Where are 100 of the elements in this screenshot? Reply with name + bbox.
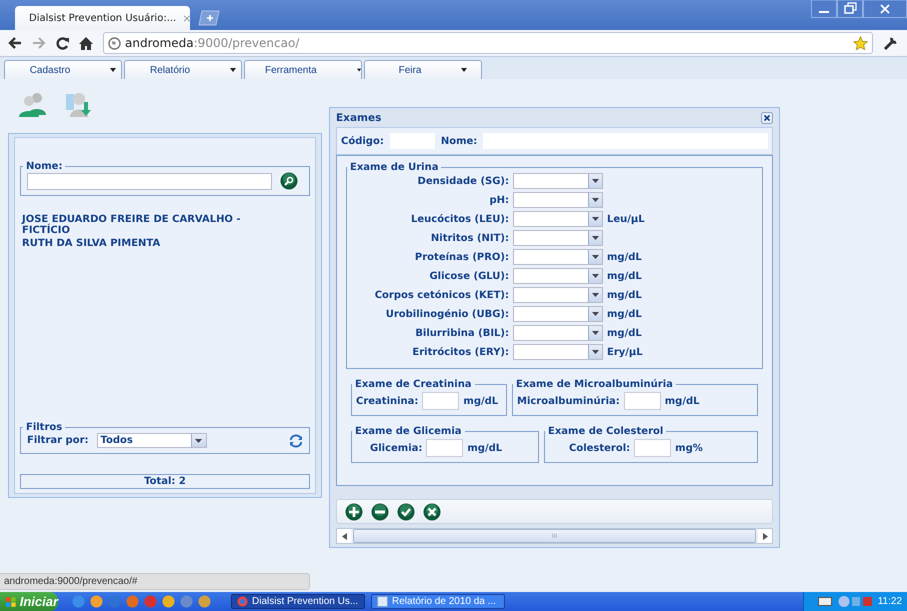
caret-icon — [592, 255, 599, 259]
value-input-field[interactable] — [624, 392, 661, 410]
confirm-button[interactable] — [397, 502, 415, 520]
field-label: Glicemia: — [370, 442, 422, 454]
caret-icon — [592, 293, 599, 297]
clock: 11:22 — [878, 596, 902, 607]
users-icon[interactable] — [18, 91, 48, 117]
dropdown-field[interactable] — [513, 325, 603, 341]
field-label: pH: — [488, 194, 509, 206]
dropdown-field[interactable] — [513, 268, 603, 284]
dropdown-field[interactable] — [513, 211, 603, 227]
menu-dropdown-button[interactable]: Feira — [364, 60, 482, 79]
globe-icon — [108, 36, 121, 50]
menu-dropdown-button[interactable]: Cadastro — [4, 60, 122, 79]
menu-dropdown-button[interactable]: Relatório — [124, 60, 242, 79]
caret-icon — [592, 236, 599, 240]
field-label: Corpos cetónicos (KET): — [374, 290, 509, 300]
dialog-title: Exames — [336, 112, 382, 124]
filter-label: Filtrar por: — [27, 435, 89, 446]
group-legend: Exame de Microalbuminúria — [513, 379, 676, 390]
group-legend: Exame de Urina — [347, 162, 442, 173]
restore-icon[interactable] — [837, 0, 863, 18]
dropdown-field[interactable] — [513, 230, 603, 246]
group-legend: Exame de Colesterol — [545, 426, 666, 437]
refresh-icon[interactable] — [289, 434, 303, 448]
start-button[interactable]: Iniciar — [0, 592, 58, 611]
filter-dropdown[interactable]: Todos — [96, 433, 207, 448]
unit-label: mg/dL — [607, 270, 643, 282]
cancel-button[interactable] — [423, 502, 441, 520]
quick-launch-icon[interactable] — [198, 595, 211, 608]
forward-icon[interactable] — [32, 37, 46, 49]
document-icon — [377, 596, 388, 607]
field-label: Leucócitos (LEU): — [410, 214, 509, 224]
patient-name-link[interactable]: JOSE EDUARDO FREIRE DE CARVALHO - FICTÍCIO — [22, 214, 272, 236]
remove-button[interactable] — [371, 502, 389, 520]
group-legend: Exame de Creatinina — [352, 379, 475, 390]
dropdown-field[interactable] — [513, 249, 603, 265]
unit-label: mg/dL — [607, 328, 643, 338]
taskbar-task-button[interactable]: Relatório de 2010 da ... — [371, 594, 505, 609]
search-button[interactable] — [280, 172, 298, 190]
keyboard-icon — [818, 597, 832, 606]
caret-icon — [592, 198, 599, 202]
back-icon[interactable] — [8, 37, 22, 49]
unit-label: mg% — [675, 442, 703, 454]
home-icon[interactable] — [79, 36, 93, 50]
unit-label: Ery/µL — [607, 346, 644, 358]
dropdown-field[interactable] — [513, 306, 603, 322]
dropdown-field[interactable] — [513, 192, 603, 208]
browser-tab[interactable]: Dialsist Prevention Usuário:... × — [15, 6, 190, 30]
url-text: andromeda:9000/prevencao/ — [125, 36, 300, 50]
status-url: andromeda:9000/prevencao/# — [0, 573, 310, 590]
quick-launch-icon[interactable] — [90, 595, 103, 608]
value-input-field[interactable] — [426, 439, 464, 457]
group-legend: Nome: — [23, 161, 66, 172]
menu-dropdown-button[interactable]: Ferramenta — [244, 60, 362, 79]
field-label: Colesterol: — [569, 442, 630, 454]
new-tab-icon[interactable] — [196, 10, 222, 26]
patient-name-link[interactable]: RUTH DA SILVA PIMENTA — [22, 238, 272, 249]
taskbar-task-button[interactable]: Dialsist Prevention Us... — [231, 594, 365, 609]
dropdown-caret-icon — [110, 68, 116, 72]
dropdown-field[interactable] — [513, 173, 603, 189]
field-label: Eritrócitos (ERY): — [411, 346, 509, 358]
field-label: Nitritos (NIT): — [430, 232, 509, 244]
field-label: Creatinina: — [356, 396, 418, 406]
value-input-field[interactable] — [634, 439, 672, 457]
field-label: Glicose (GLU): — [428, 270, 509, 282]
unit-label: mg/dL — [664, 396, 700, 406]
dropdown-field[interactable] — [513, 344, 603, 360]
quick-launch-icon[interactable] — [180, 595, 193, 608]
minimize-icon[interactable] — [811, 0, 837, 18]
field-label: Urobilinogénio (UBG): — [384, 308, 509, 320]
star-icon[interactable] — [853, 36, 868, 50]
scroll-right-icon[interactable] — [762, 532, 768, 540]
value-input-field[interactable] — [422, 392, 460, 410]
reload-icon[interactable] — [56, 36, 69, 50]
user-download-icon[interactable] — [64, 90, 92, 118]
group-legend: Filtros — [23, 422, 66, 433]
field-label: Microalbuminúria: — [517, 396, 620, 406]
caret-icon — [592, 331, 599, 335]
group-legend: Exame de Glicemia — [352, 426, 465, 437]
dropdown-field[interactable] — [513, 287, 603, 303]
scroll-left-icon[interactable] — [342, 532, 346, 540]
caret-icon — [195, 438, 202, 442]
unit-label: mg/dL — [607, 252, 643, 262]
add-button[interactable] — [345, 502, 363, 520]
field-label: Proteínas (PRO): — [414, 252, 509, 262]
unit-label: Leu/µL — [607, 214, 646, 224]
close-icon[interactable] — [863, 0, 907, 18]
quick-launch-icon[interactable] — [108, 595, 121, 608]
unit-label: mg/dL — [607, 308, 643, 320]
quick-launch-icon[interactable] — [162, 595, 175, 608]
quick-launch-icon[interactable] — [72, 595, 85, 608]
close-icon[interactable] — [761, 112, 773, 124]
name-input-field[interactable] — [27, 172, 272, 190]
quick-launch-icon[interactable] — [126, 595, 139, 608]
caret-icon — [592, 217, 599, 221]
total-count: Total: 2 — [20, 474, 310, 489]
quick-launch-icon[interactable] — [144, 595, 157, 608]
address-field[interactable]: andromeda:9000/prevencao/ — [103, 32, 873, 54]
wrench-icon[interactable] — [883, 35, 899, 51]
